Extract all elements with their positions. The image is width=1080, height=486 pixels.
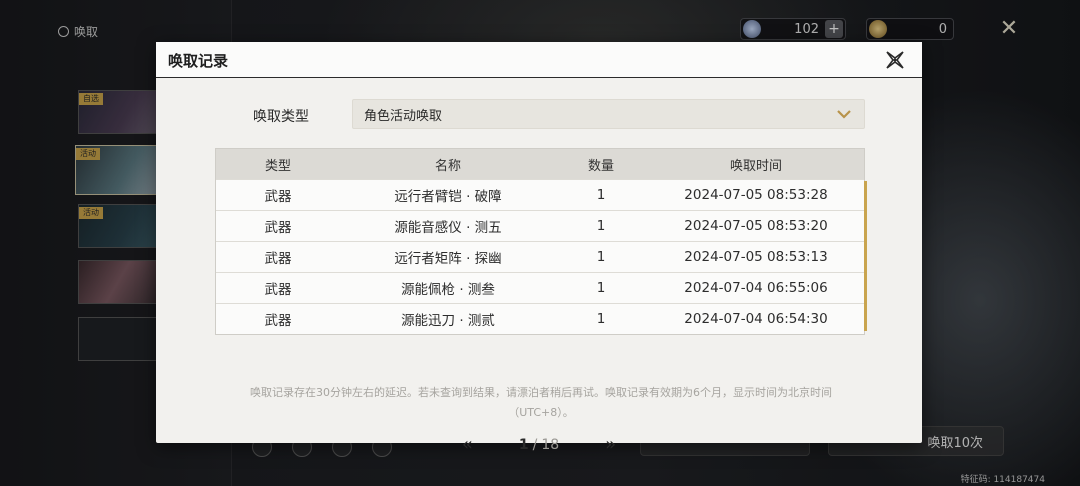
dialog-title: 唤取记录 [168,52,229,70]
cell-name: 源能迅刀 · 测贰 [401,313,495,329]
convene-type-label: 唤取类型 [253,109,309,125]
page-separator: / [532,437,538,453]
chevron-down-icon [837,110,851,119]
close-icon[interactable] [884,49,906,71]
table-row: 武器 远行者矩阵 · 探幽 1 2024-07-05 08:53:13 [216,241,864,272]
cell-quantity: 1 [596,311,606,327]
cell-type: 武器 [264,313,292,329]
column-header-time: 唤取时间 [729,158,782,174]
cell-quantity: 1 [596,187,606,203]
dialog-header: 唤取记录 [156,42,922,78]
table-row: 武器 源能迅刀 · 测贰 1 2024-07-04 06:54:30 [216,303,864,334]
table-row: 武器 源能音感仪 · 测五 1 2024-07-05 08:53:20 [216,210,864,241]
table-row: 武器 源能佩枪 · 测叁 1 2024-07-04 06:55:06 [216,272,864,303]
cell-time: 2024-07-05 08:53:28 [684,187,828,203]
previous-page-button[interactable]: « [462,435,473,455]
column-header-name: 名称 [434,158,461,174]
column-header-quantity: 数量 [587,158,614,174]
column-header-type: 类型 [264,158,291,174]
table-header: 类型 名称 数量 唤取时间 [216,149,864,179]
next-page-button[interactable]: » [605,435,616,455]
table-row: 武器 远行者臂铠 · 破障 1 2024-07-05 08:53:28 [216,179,864,210]
cell-type: 武器 [264,189,292,205]
convene-type-value: 角色活动唤取 [364,108,443,124]
cell-name: 源能音感仪 · 测五 [394,220,502,236]
history-table: 类型 名称 数量 唤取时间 武器 远行者臂铠 · 破障 1 2024-07-05… [215,148,867,335]
cell-name: 远行者矩阵 · 探幽 [394,251,502,267]
current-page: 1 [518,437,529,453]
cell-time: 2024-07-05 08:53:20 [684,218,828,234]
table-scrollbar[interactable] [864,181,867,331]
convene-history-dialog: 唤取记录 唤取类型 角色活动唤取 类型 名称 数量 唤取时间 武器 远行者臂铠 … [156,42,922,455]
total-pages: 18 [541,437,560,453]
delay-notice: 唤取记录存在30分钟左右的延迟。若未查询到结果，请漂泊者稍后再试。唤取记录有效期… [250,386,832,419]
cell-type: 武器 [264,282,292,298]
cell-quantity: 1 [596,280,606,296]
cell-time: 2024-07-05 08:53:13 [684,249,828,265]
cell-name: 源能佩枪 · 测叁 [401,282,495,298]
cell-quantity: 1 [596,249,606,265]
cell-type: 武器 [264,251,292,267]
dialog-body: 唤取类型 角色活动唤取 类型 名称 数量 唤取时间 武器 远行者臂铠 · 破障 … [156,80,922,455]
cell-time: 2024-07-04 06:55:06 [684,280,828,296]
convene-type-dropdown[interactable]: 角色活动唤取 [352,99,865,129]
table-body: 武器 远行者臂铠 · 破障 1 2024-07-05 08:53:28 武器 源… [216,179,867,334]
cell-type: 武器 [264,220,292,236]
cell-time: 2024-07-04 06:54:30 [684,311,828,327]
cell-name: 远行者臂铠 · 破障 [394,189,502,205]
cell-quantity: 1 [596,218,606,234]
pagination: « 1 / 18 » [156,435,922,455]
